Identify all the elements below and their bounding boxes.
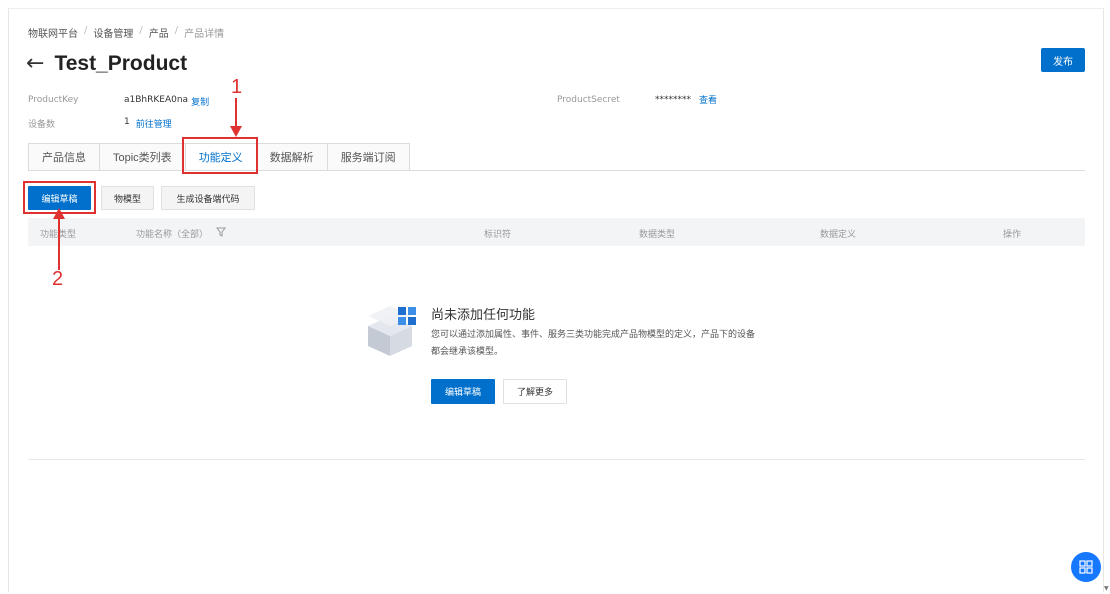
product-key-label: ProductKey: [28, 95, 79, 105]
device-count-row: 1 前往管理: [124, 117, 172, 130]
empty-state-description: 您可以通过添加属性、事件、服务三类功能完成产品物模型的定义，产品下的设备都会继承…: [431, 330, 756, 357]
annotation-number-2: 2: [52, 268, 64, 290]
breadcrumb: 物联网平台 / 设备管理 / 产品 / 产品详情: [28, 25, 224, 40]
breadcrumb-item-current: 产品详情: [184, 29, 225, 40]
empty-edit-draft-button[interactable]: 编辑草稿: [431, 379, 495, 404]
annotation-number-1: 1: [231, 76, 243, 98]
product-secret-row: ******** 查看: [655, 93, 717, 107]
table-header: 功能类型 功能名称（全部） 标识符 数据类型 数据定义 操作: [28, 218, 1085, 246]
device-count-value: 1: [124, 117, 130, 127]
annotation-box-tab: [182, 137, 258, 174]
product-secret-label: ProductSecret: [557, 95, 620, 105]
breadcrumb-item-device-mgmt[interactable]: 设备管理: [93, 25, 133, 40]
empty-state-title: 尚未添加任何功能: [431, 308, 536, 323]
column-data-type: 数据类型: [639, 230, 676, 240]
page-title: Test_Product: [54, 52, 188, 75]
breadcrumb-separator: /: [139, 25, 143, 36]
copy-link[interactable]: 复制: [191, 95, 209, 108]
column-data-definition: 数据定义: [820, 230, 857, 240]
filter-icon[interactable]: [216, 227, 226, 237]
scroll-down-icon[interactable]: ▼: [1104, 585, 1109, 592]
breadcrumb-separator: /: [84, 25, 88, 36]
back-arrow-icon[interactable]: ←: [26, 52, 44, 76]
tab-product-info[interactable]: 产品信息: [28, 143, 99, 171]
breadcrumb-separator: /: [174, 25, 179, 36]
tab-topic-list[interactable]: Topic类列表: [99, 143, 185, 171]
annotation-arrow-1-icon: [230, 98, 242, 137]
breadcrumb-item-iot[interactable]: 物联网平台: [28, 25, 78, 40]
empty-state-cube-icon: [368, 306, 416, 356]
view-secret-link[interactable]: 查看: [699, 93, 717, 106]
thing-model-button[interactable]: 物模型: [101, 186, 154, 210]
column-feature-name[interactable]: 功能名称（全部）: [136, 227, 208, 240]
floating-apps-button[interactable]: [1071, 552, 1101, 582]
tab-data-parsing[interactable]: 数据解析: [255, 143, 327, 171]
device-count-label: 设备数: [28, 120, 56, 130]
tab-server-subscription[interactable]: 服务端订阅: [326, 143, 410, 171]
publish-button[interactable]: 发布: [1041, 48, 1085, 72]
manage-link[interactable]: 前往管理: [136, 117, 172, 130]
column-identifier: 标识符: [484, 230, 512, 240]
product-key-value: a1BhRKEA0na: [124, 95, 189, 105]
table-bottom-divider: [28, 459, 1085, 460]
breadcrumb-item-product[interactable]: 产品: [149, 25, 169, 40]
product-key-row: a1BhRKEA0na 复制: [124, 95, 209, 108]
grid-icon: [1079, 560, 1093, 574]
annotation-arrow-2-icon: [53, 208, 65, 270]
generate-device-code-button[interactable]: 生成设备端代码: [161, 186, 255, 210]
learn-more-button[interactable]: 了解更多: [503, 379, 567, 404]
title-row: ← Test_Product: [26, 52, 187, 76]
product-secret-value: ********: [655, 94, 691, 105]
column-action: 操作: [1003, 230, 1022, 240]
